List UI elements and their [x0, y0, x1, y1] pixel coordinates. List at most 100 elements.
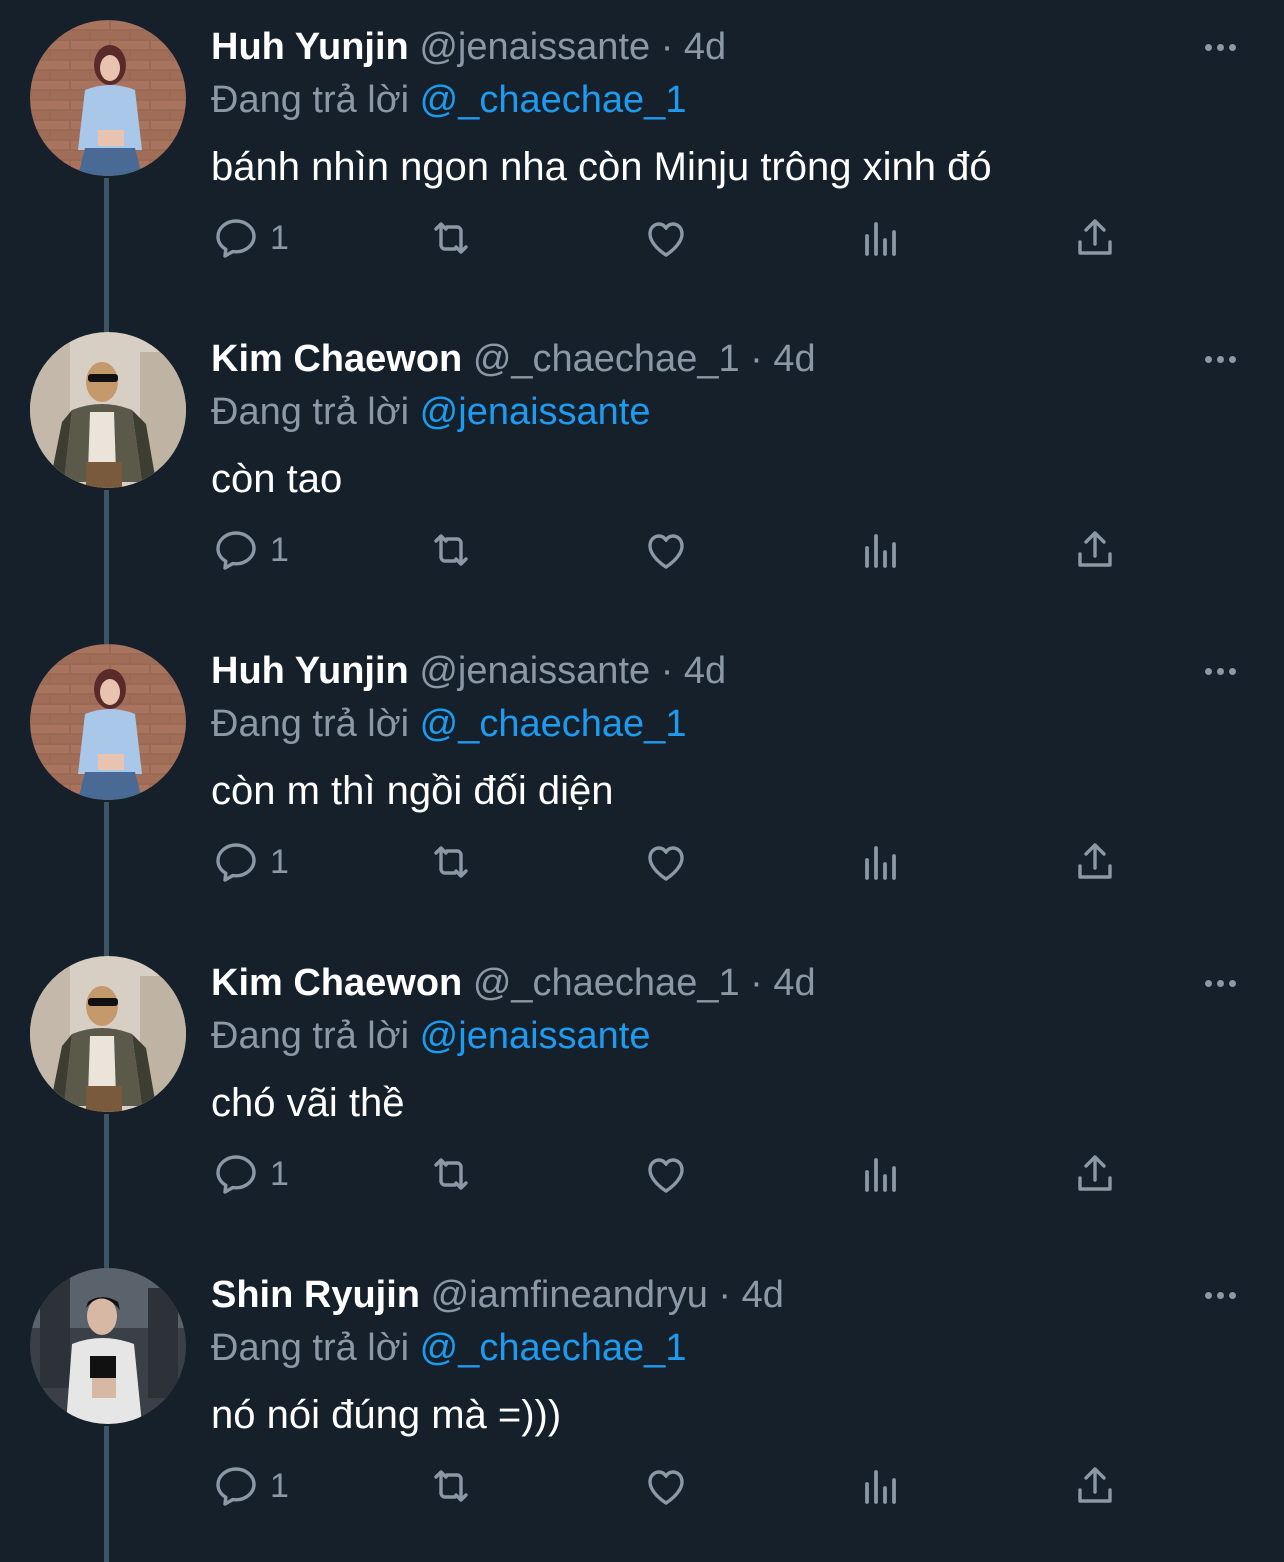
retweet-icon [434, 1470, 468, 1502]
mention-link[interactable]: @_chaechae_1 [420, 703, 687, 745]
analytics-button[interactable] [857, 208, 905, 268]
like-button[interactable] [642, 1144, 690, 1204]
retweet-button[interactable] [427, 1144, 475, 1204]
tweet-header: Huh Yunjin @jenaissante · 4d [211, 22, 726, 72]
action-bar: 1 [0, 520, 1284, 580]
share-upload-icon [1078, 219, 1112, 255]
retweet-icon [434, 846, 468, 878]
more-icon[interactable] [1195, 966, 1245, 1000]
tweet-text: nó nói đúng mà =))) [211, 1393, 562, 1437]
reply-count: 1 [270, 842, 289, 881]
user-handle[interactable]: @iamfineandryu [431, 1274, 708, 1316]
tweet[interactable]: Kim Chaewon @_chaechae_1 · 4d Đang trả l… [0, 936, 1284, 1248]
replying-to: Đang trả lời @_chaechae_1 [211, 75, 686, 125]
analytics-button[interactable] [857, 1144, 905, 1204]
share-upload-icon [1078, 1155, 1112, 1191]
retweet-icon [434, 534, 468, 566]
avatar-photo [30, 20, 186, 176]
display-name[interactable]: Kim Chaewon [211, 962, 462, 1004]
analytics-button[interactable] [857, 832, 905, 892]
reply-count: 1 [270, 530, 289, 569]
action-bar: 1 [0, 1144, 1284, 1204]
retweet-button[interactable] [427, 1456, 475, 1516]
avatar-photo [30, 1268, 186, 1424]
heart-icon [648, 1158, 684, 1193]
more-icon[interactable] [1195, 342, 1245, 376]
heart-icon [648, 534, 684, 569]
reply-bubble-icon [216, 531, 256, 570]
reply-bubble-icon [216, 1467, 256, 1506]
display-name[interactable]: Huh Yunjin [211, 650, 409, 692]
heart-icon [648, 222, 684, 257]
timestamp[interactable]: 4d [773, 962, 815, 1004]
share-button[interactable] [1071, 520, 1119, 580]
tweet-header: Huh Yunjin @jenaissante · 4d [211, 646, 726, 696]
mention-link[interactable]: @_chaechae_1 [420, 79, 687, 121]
replying-to: Đang trả lời @_chaechae_1 [211, 699, 686, 749]
reply-button[interactable]: 1 [212, 208, 289, 268]
timestamp[interactable]: 4d [684, 26, 726, 68]
analytics-bars-icon [865, 1158, 896, 1192]
tweet[interactable]: Huh Yunjin @jenaissante · 4d Đang trả lờ… [0, 624, 1284, 936]
like-button[interactable] [642, 832, 690, 892]
separator: · [660, 26, 674, 68]
more-icon[interactable] [1195, 654, 1245, 688]
reply-button[interactable]: 1 [212, 1144, 289, 1204]
more-icon[interactable] [1195, 30, 1245, 64]
reply-button[interactable]: 1 [212, 832, 289, 892]
tweet[interactable]: Shin Ryujin @iamfineandryu · 4d Đang trả… [0, 1248, 1284, 1560]
like-button[interactable] [642, 520, 690, 580]
mention-link[interactable]: @jenaissante [420, 391, 651, 433]
mention-link[interactable]: @_chaechae_1 [420, 1327, 687, 1369]
retweet-icon [434, 222, 468, 254]
display-name[interactable]: Huh Yunjin [211, 26, 409, 68]
display-name[interactable]: Shin Ryujin [211, 1274, 420, 1316]
share-upload-icon [1078, 1467, 1112, 1503]
share-button[interactable] [1071, 832, 1119, 892]
user-handle[interactable]: @_chaechae_1 [473, 338, 740, 380]
analytics-bars-icon [865, 1470, 896, 1504]
retweet-icon [434, 1158, 468, 1190]
share-button[interactable] [1071, 1144, 1119, 1204]
user-handle[interactable]: @jenaissante [419, 650, 650, 692]
display-name[interactable]: Kim Chaewon [211, 338, 462, 380]
reply-button[interactable]: 1 [212, 1456, 289, 1516]
retweet-button[interactable] [427, 208, 475, 268]
share-button[interactable] [1071, 1456, 1119, 1516]
analytics-button[interactable] [857, 520, 905, 580]
avatar-photo [30, 956, 186, 1112]
timestamp[interactable]: 4d [742, 1274, 784, 1316]
reply-button[interactable]: 1 [212, 520, 289, 580]
retweet-button[interactable] [427, 520, 475, 580]
tweet[interactable]: Kim Chaewon @_chaechae_1 · 4d Đang trả l… [0, 312, 1284, 624]
more-icon[interactable] [1195, 1278, 1245, 1312]
separator: · [750, 962, 763, 1004]
user-handle[interactable]: @_chaechae_1 [473, 962, 740, 1004]
tweet-text: còn tao [211, 457, 343, 501]
avatar[interactable] [30, 332, 186, 488]
replying-to: Đang trả lời @jenaissante [211, 1011, 651, 1061]
avatar-photo [30, 332, 186, 488]
heart-icon [648, 846, 684, 881]
avatar[interactable] [30, 20, 186, 176]
action-bar: 1 [0, 1456, 1284, 1516]
avatar[interactable] [30, 956, 186, 1112]
retweet-button[interactable] [427, 832, 475, 892]
analytics-button[interactable] [857, 1456, 905, 1516]
tweet[interactable]: Huh Yunjin @jenaissante · 4d Đang trả lờ… [0, 0, 1284, 312]
timestamp[interactable]: 4d [684, 650, 726, 692]
avatar[interactable] [30, 644, 186, 800]
user-handle[interactable]: @jenaissante [419, 26, 650, 68]
reply-bubble-icon [216, 219, 256, 258]
like-button[interactable] [642, 208, 690, 268]
tweet-text: còn m thì ngồi đối diện [211, 769, 614, 813]
heart-icon [648, 1470, 684, 1505]
avatar[interactable] [30, 1268, 186, 1424]
reply-bubble-icon [216, 843, 256, 882]
share-button[interactable] [1071, 208, 1119, 268]
share-upload-icon [1078, 843, 1112, 879]
tweet-text: chó vãi thề [211, 1081, 405, 1125]
timestamp[interactable]: 4d [773, 338, 815, 380]
mention-link[interactable]: @jenaissante [420, 1015, 651, 1057]
like-button[interactable] [642, 1456, 690, 1516]
